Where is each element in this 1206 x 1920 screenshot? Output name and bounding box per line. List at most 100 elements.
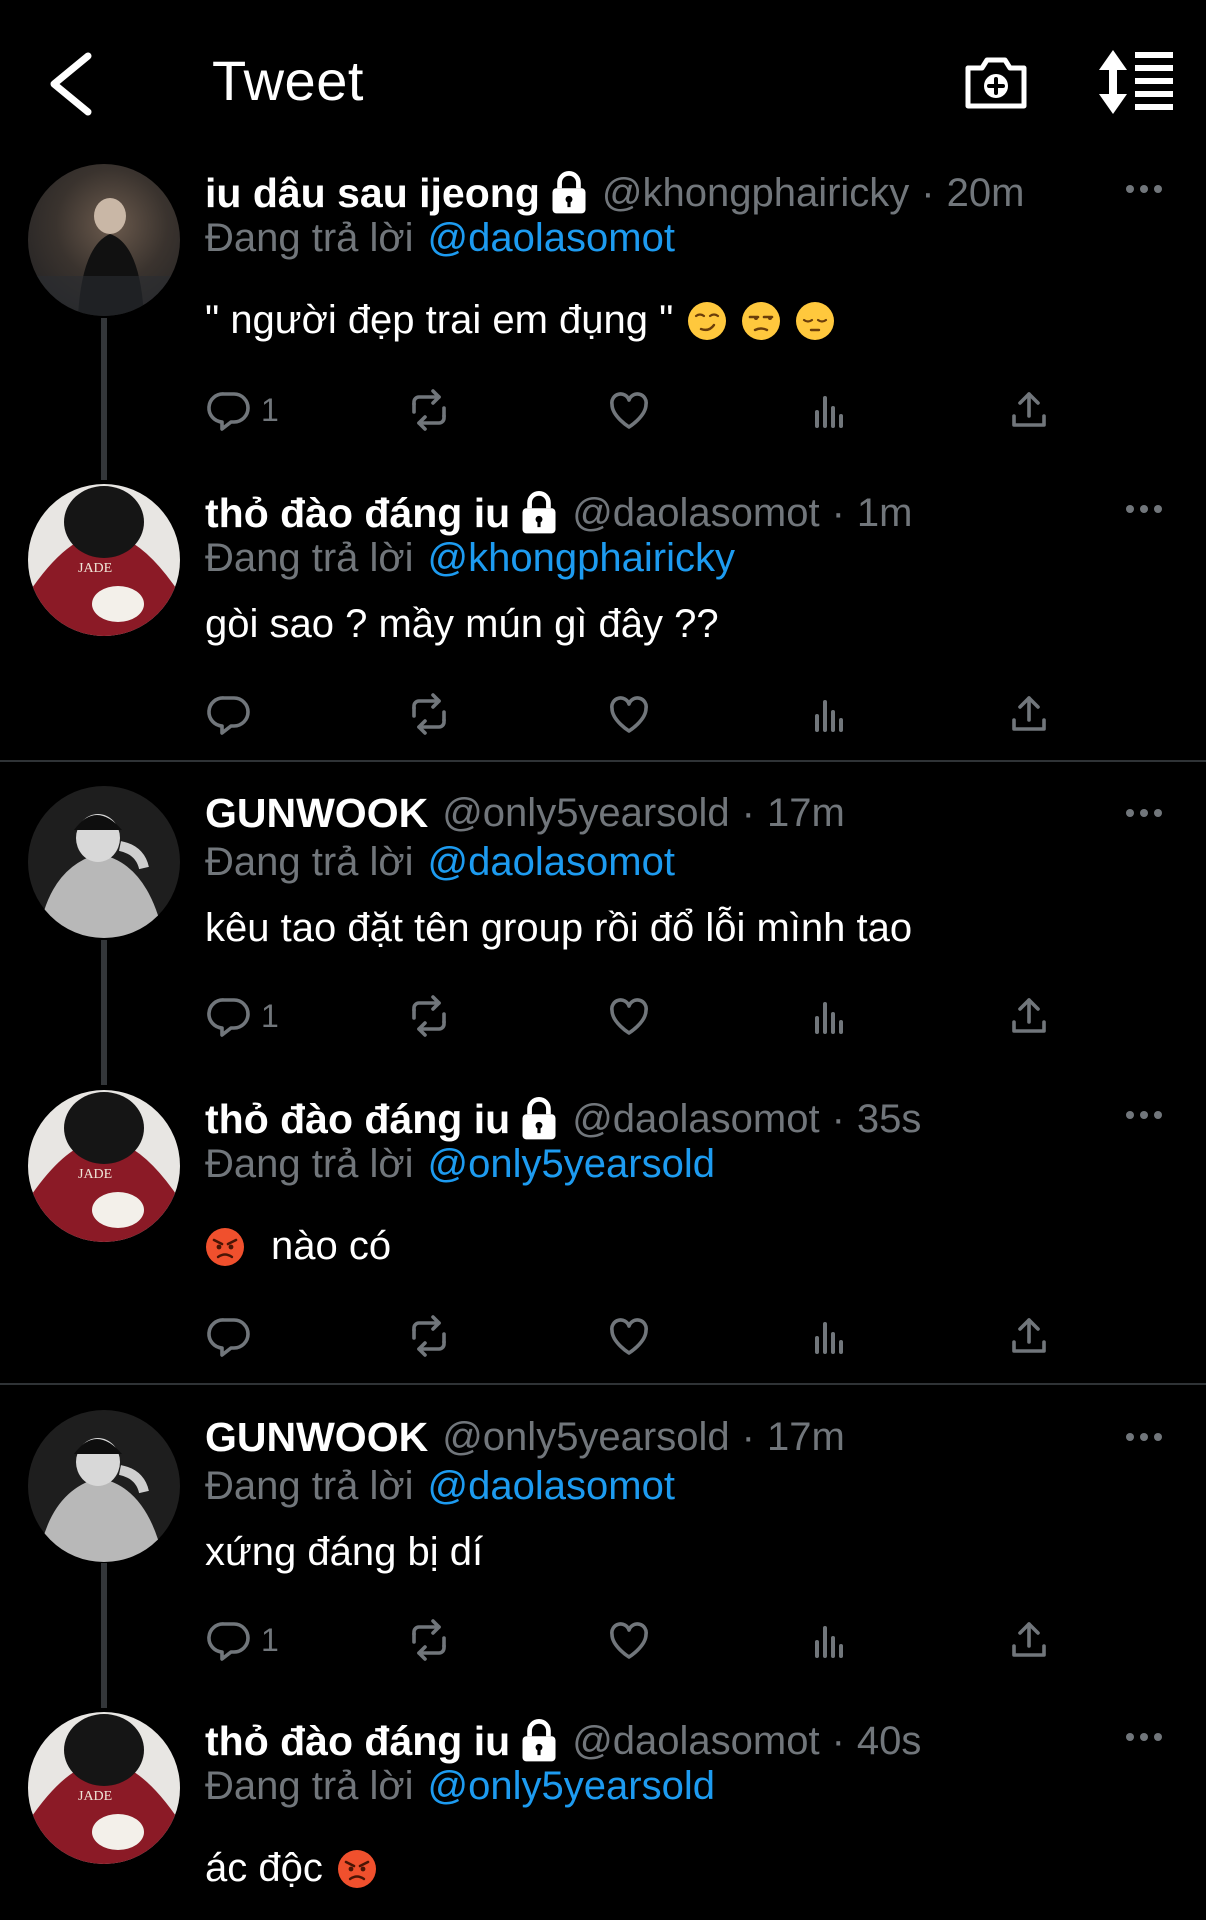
separator-dot: · (741, 790, 755, 835)
analytics-button[interactable] (805, 1610, 853, 1670)
retweet-button[interactable] (405, 380, 453, 440)
more-icon[interactable] (1124, 182, 1164, 196)
pensive-face-icon (795, 301, 835, 341)
retweet-button[interactable] (405, 1306, 453, 1366)
analytics-button[interactable] (805, 684, 853, 744)
username[interactable]: @only5yearsold (442, 791, 729, 836)
replying-to: Đang trả lời @daolasomot (205, 216, 675, 261)
tweet-text-content: ác độc (205, 1846, 323, 1890)
heart-icon (605, 992, 653, 1040)
thread-line (101, 318, 107, 480)
tweet-header: iu dâu sau ijeong @khongphairicky · 20m (205, 168, 1024, 218)
more-icon[interactable] (1124, 806, 1164, 820)
share-icon (1005, 1312, 1053, 1360)
display-name[interactable]: iu dâu sau ijeong (205, 170, 540, 217)
more-icon[interactable] (1124, 502, 1164, 516)
reply-button[interactable]: 1 (205, 380, 279, 440)
like-button[interactable] (605, 380, 653, 440)
mention-link[interactable]: @daolasomot (428, 216, 675, 260)
replying-to-label: Đang trả lời (205, 1764, 414, 1808)
reply-button[interactable]: 1 (205, 986, 279, 1046)
tweet-text: nào có (205, 1224, 391, 1269)
tweet-header: thỏ đào đáng iu @daolasomot · 40s (205, 1716, 921, 1766)
timestamp: 20m (946, 170, 1025, 215)
retweet-button[interactable] (405, 986, 453, 1046)
display-name[interactable]: thỏ đào đáng iu (205, 490, 510, 537)
smirking-face-icon (687, 301, 727, 341)
share-button[interactable] (1005, 986, 1053, 1046)
replying-to: Đang trả lời @daolasomot (205, 1464, 675, 1509)
mention-link[interactable]: @only5yearsold (428, 1142, 715, 1186)
display-name[interactable]: thỏ đào đáng iu (205, 1096, 510, 1143)
tweet-text: ác độc (205, 1846, 377, 1891)
reply-count: 1 (261, 997, 279, 1034)
analytics-button[interactable] (805, 1306, 853, 1366)
tweet-text-content: kêu tao đặt tên group rồi đổ lỗi mình ta… (205, 906, 913, 950)
heart-icon (605, 690, 653, 738)
reply-button[interactable] (205, 1306, 261, 1366)
mention-link[interactable]: @daolasomot (428, 1464, 675, 1508)
camera-plus-icon[interactable] (960, 46, 1032, 118)
divider (0, 760, 1206, 762)
like-button[interactable] (605, 684, 653, 744)
share-icon (1005, 1616, 1053, 1664)
share-button[interactable] (1005, 380, 1053, 440)
sort-icon[interactable] (1095, 46, 1175, 118)
display-name[interactable]: GUNWOOK (205, 790, 428, 837)
tweet-text-content: " người đẹp trai em đụng " (205, 298, 674, 342)
divider (0, 1383, 1206, 1385)
avatar[interactable]: JADE (28, 1090, 180, 1242)
more-icon[interactable] (1124, 1430, 1164, 1444)
chevron-left-icon[interactable] (38, 44, 108, 124)
mention-link[interactable]: @only5yearsold (428, 1764, 715, 1808)
analytics-button[interactable] (805, 986, 853, 1046)
username[interactable]: @khongphairicky (602, 171, 909, 216)
share-button[interactable] (1005, 1306, 1053, 1366)
display-name[interactable]: thỏ đào đáng iu (205, 1718, 510, 1765)
share-icon (1005, 386, 1053, 434)
retweet-button[interactable] (405, 684, 453, 744)
tweet-actions (205, 1306, 1065, 1366)
avatar[interactable] (28, 164, 180, 316)
angry-face-icon (337, 1849, 377, 1889)
reply-button[interactable]: 1 (205, 1610, 279, 1670)
more-icon[interactable] (1124, 1730, 1164, 1744)
username[interactable]: @daolasomot (572, 491, 819, 536)
tweet-header: thỏ đào đáng iu @daolasomot · 35s (205, 1094, 921, 1144)
avatar[interactable]: JADE (28, 484, 180, 636)
tweet-actions: 1 (205, 986, 1065, 1046)
retweet-button[interactable] (405, 1610, 453, 1670)
avatar[interactable]: JADE (28, 1712, 180, 1864)
tweet-header: thỏ đào đáng iu @daolasomot · 1m (205, 488, 913, 538)
avatar[interactable] (28, 786, 180, 938)
tweet-actions: 1 (205, 1610, 1065, 1670)
like-button[interactable] (605, 986, 653, 1046)
reply-count: 1 (261, 391, 279, 428)
tweet-text: gòi sao ? mầy mún gì đây ?? (205, 602, 719, 647)
like-button[interactable] (605, 1610, 653, 1670)
mention-link[interactable]: @khongphairicky (428, 536, 735, 580)
reply-button[interactable] (205, 684, 261, 744)
like-button[interactable] (605, 1306, 653, 1366)
reply-icon (205, 690, 253, 738)
timestamp: 17m (766, 790, 845, 835)
username[interactable]: @only5yearsold (442, 1415, 729, 1460)
share-button[interactable] (1005, 1610, 1053, 1670)
more-icon[interactable] (1124, 1108, 1164, 1122)
replying-to: Đang trả lời @only5yearsold (205, 1764, 715, 1809)
display-name[interactable]: GUNWOOK (205, 1414, 428, 1461)
analytics-icon (805, 1312, 853, 1360)
mention-link[interactable]: @daolasomot (428, 840, 675, 884)
tweet-text: kêu tao đặt tên group rồi đổ lỗi mình ta… (205, 906, 912, 951)
replying-to: Đang trả lời @khongphairicky (205, 536, 735, 581)
avatar[interactable] (28, 1410, 180, 1562)
username[interactable]: @daolasomot (572, 1719, 819, 1764)
tweet-text: xứng đáng bị dí (205, 1530, 483, 1575)
tweet-header: GUNWOOK @only5yearsold · 17m (205, 788, 845, 838)
analytics-icon (805, 1616, 853, 1664)
separator-dot: · (831, 1096, 845, 1141)
share-button[interactable] (1005, 684, 1053, 744)
username[interactable]: @daolasomot (572, 1097, 819, 1142)
analytics-button[interactable] (805, 380, 853, 440)
tweet-header: GUNWOOK @only5yearsold · 17m (205, 1412, 845, 1462)
